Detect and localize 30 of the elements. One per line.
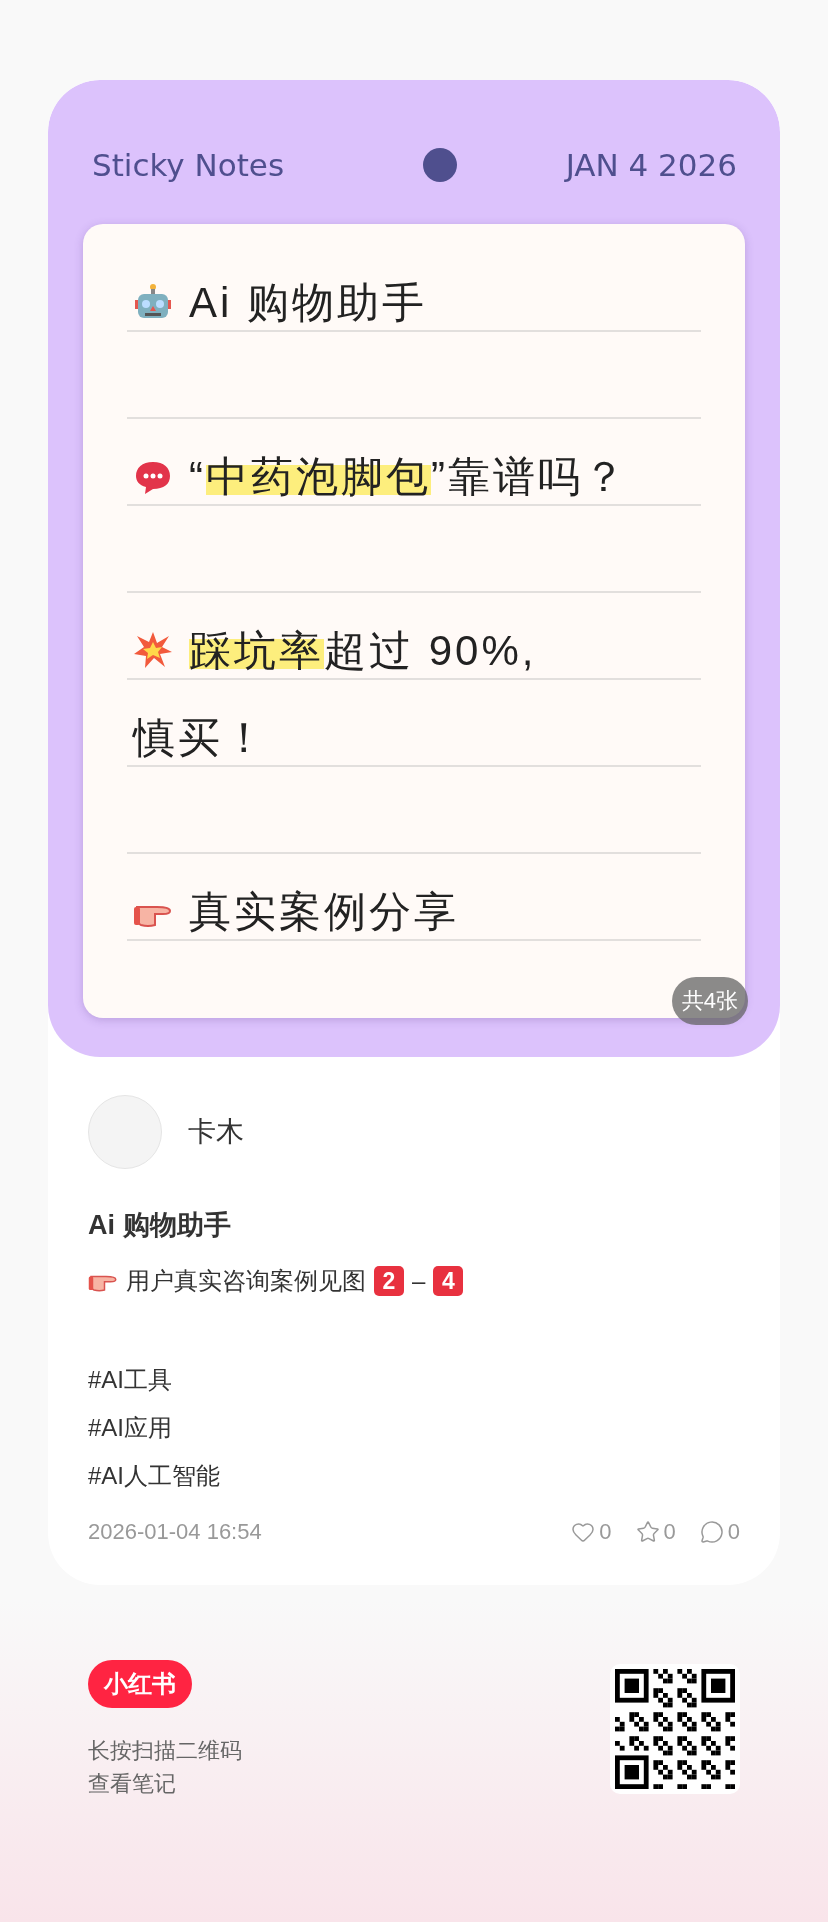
note-date: JAN 4 2026 [565,147,737,183]
note-line-text: 踩坑率超过 90%, [189,625,537,676]
explosion-icon [133,630,173,670]
comment-icon[interactable] [699,1520,724,1544]
number-keycap: 4 [433,1266,464,1296]
note-line-text: 真实案例分享 [189,886,459,937]
scan-hint-text: 长按扫描二维码 [88,1737,242,1765]
stat-count: 0 [599,1519,612,1545]
image-count-badge: 共4张 [671,977,748,1025]
star-icon[interactable] [635,1520,660,1544]
scan-hint-text: 查看笔记 [88,1770,177,1798]
note-line-text: 慎买！ [133,712,268,763]
note-line-text: Ai 购物助手 [189,277,427,328]
hashtag-link[interactable]: #AI人工智能 [88,1459,740,1493]
note-line-text: “中药泡脚包”靠谱吗？ [189,451,628,502]
stat-count: 0 [663,1519,676,1545]
qr-code-drawing[interactable] [610,1664,740,1794]
author-name[interactable]: 卡木 [188,1113,244,1151]
hashtag-link[interactable]: #AI工具 [88,1363,740,1397]
post-date: 2026-01-04 16:54 [88,1519,262,1545]
note-title: Sticky Notes [92,147,285,183]
heart-icon[interactable] [571,1520,596,1544]
stat-count: 0 [727,1519,740,1545]
number-keycap: 2 [374,1266,404,1296]
dot-icon [422,148,457,182]
description-text: – [412,1267,426,1295]
description-text: 用户真实咨询案例见图 [126,1266,366,1296]
app-logo: 小红书 [88,1660,192,1708]
post-title: Ai 购物助手 [88,1209,232,1242]
hashtag-link[interactable]: #AI应用 [88,1411,740,1445]
